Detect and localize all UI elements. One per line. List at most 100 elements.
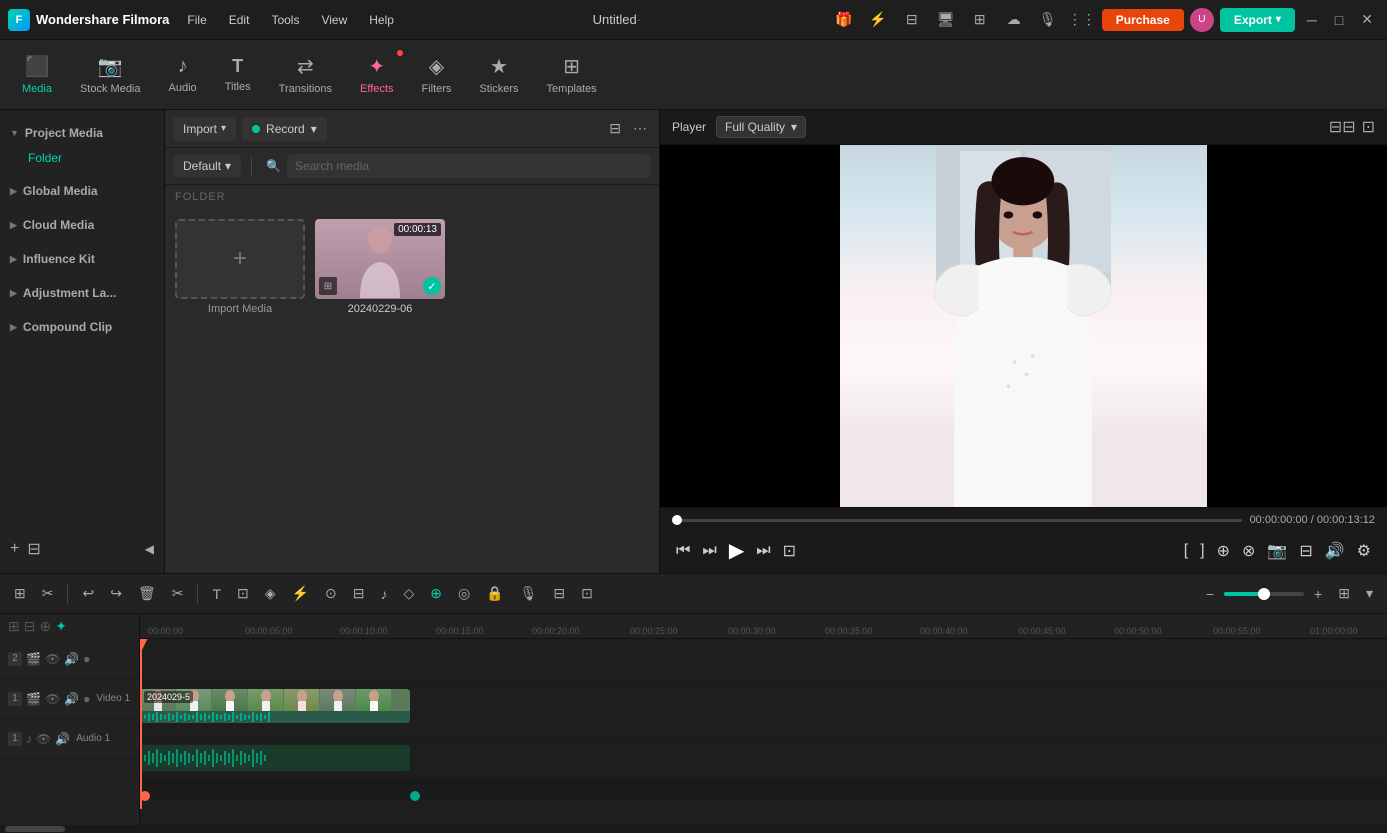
timeline-slider[interactable] xyxy=(672,519,1242,522)
filter-icon[interactable]: ⊟ xyxy=(605,116,625,141)
panel-collapse-button[interactable]: ◀ xyxy=(145,542,154,556)
video-clip-1[interactable]: 2024029-5 xyxy=(140,689,410,723)
bolt-icon[interactable]: ⚡ xyxy=(864,6,892,34)
track-video1-eye[interactable]: 👁 xyxy=(45,692,60,706)
add-track-icon[interactable]: ⊞ xyxy=(8,581,32,606)
menu-tools[interactable]: Tools xyxy=(261,9,309,31)
cloud-media-header[interactable]: ▶ Cloud Media xyxy=(0,212,164,238)
mic-icon[interactable]: 🎙 xyxy=(1034,6,1062,34)
picture-tool[interactable]: ⊡ xyxy=(575,581,599,606)
timeline-thumb[interactable] xyxy=(672,515,682,525)
add-folder-icon[interactable]: + xyxy=(10,540,19,558)
apps-icon[interactable]: ⋮⋮ xyxy=(1068,6,1096,34)
purchase-button[interactable]: Purchase xyxy=(1102,9,1184,31)
cut-button[interactable]: ✂ xyxy=(166,581,190,606)
mask-tool[interactable]: ◈ xyxy=(259,581,282,606)
project-media-header[interactable]: ▼ Project Media xyxy=(0,120,164,146)
playhead[interactable] xyxy=(140,639,142,809)
layout-icon[interactable]: ⊟ xyxy=(898,6,926,34)
record-button[interactable]: Record ▾ xyxy=(242,117,327,141)
stabilize-tool[interactable]: ⊟ xyxy=(347,581,371,606)
menu-file[interactable]: File xyxy=(177,9,216,31)
zoom-thumb[interactable] xyxy=(1258,588,1270,600)
delete-button[interactable]: 🗑 xyxy=(132,581,162,606)
audio-tool[interactable]: ♪ xyxy=(374,582,393,606)
mark-out-icon[interactable]: ] xyxy=(1196,538,1208,564)
play-button[interactable]: ▶ xyxy=(725,534,748,567)
overwrite-icon[interactable]: ⊗ xyxy=(1238,537,1259,565)
settings-icon[interactable]: ⚙ xyxy=(1353,537,1375,565)
menu-view[interactable]: View xyxy=(311,9,357,31)
ai-track-icon[interactable]: ✦ xyxy=(55,618,67,635)
quality-select[interactable]: Full Quality ▾ xyxy=(716,116,806,138)
track-video2-visible[interactable]: ● xyxy=(83,652,90,666)
mark-in-icon[interactable]: [ xyxy=(1180,538,1192,564)
default-view-button[interactable]: Default ▾ xyxy=(173,155,241,177)
tool-stock-media[interactable]: 📷 Stock Media xyxy=(68,48,153,101)
magnet-tool[interactable]: ⊕ xyxy=(424,581,448,606)
tool-media[interactable]: ⬛ Media xyxy=(10,48,64,101)
search-input[interactable] xyxy=(287,154,651,178)
compound-clip-track-icon[interactable]: ⊕ xyxy=(39,618,51,635)
folder-item[interactable]: Folder xyxy=(0,146,164,170)
adjustment-header[interactable]: ▶ Adjustment La... xyxy=(0,280,164,306)
tool-filters[interactable]: ◈ Filters xyxy=(409,48,463,101)
track-audio1-eye[interactable]: 👁 xyxy=(36,732,51,746)
redo-button[interactable]: ↪ xyxy=(104,581,128,606)
track-video1-audio[interactable]: 🔊 xyxy=(64,692,79,706)
media-thumb-item[interactable]: 00:00:13 ⊞ ✓ 20240229-06 xyxy=(315,219,445,315)
maximize-button[interactable]: □ xyxy=(1329,12,1349,28)
menu-help[interactable]: Help xyxy=(359,9,404,31)
frame-back-button[interactable]: ⏭ xyxy=(698,538,720,564)
import-media-item[interactable]: + Import Media xyxy=(175,219,305,315)
zoom-slider[interactable] xyxy=(1224,592,1304,596)
minimize-button[interactable]: ─ xyxy=(1301,12,1323,28)
tool-effects[interactable]: ✦ Effects xyxy=(348,48,405,101)
tool-transitions[interactable]: ⇄ Transitions xyxy=(267,48,344,101)
track-video2-lock[interactable]: 🎬 xyxy=(26,652,41,666)
add-audio-track-icon[interactable]: ⊟ xyxy=(24,618,36,635)
monitor-icon[interactable]: 🖥 xyxy=(932,6,960,34)
tool-titles[interactable]: T Titles xyxy=(213,50,263,99)
delete-folder-icon[interactable]: ⊟ xyxy=(27,539,40,559)
dual-view-icon[interactable]: ⊟⊟ xyxy=(1329,117,1356,137)
compound-clip-header[interactable]: ▶ Compound Clip xyxy=(0,314,164,340)
audio-clip-bar[interactable] xyxy=(140,745,410,771)
snapshot-icon[interactable]: ⊟ xyxy=(1295,537,1316,565)
track-video1-visible[interactable]: ● xyxy=(83,692,90,706)
crop-tool[interactable]: ⊡ xyxy=(231,581,255,606)
screenshot-icon[interactable]: 📷 xyxy=(1263,537,1291,565)
menu-edit[interactable]: Edit xyxy=(219,9,260,31)
keyframe-tool[interactable]: ◇ xyxy=(397,581,420,606)
tool-stickers[interactable]: ★ Stickers xyxy=(467,48,530,101)
gift-icon[interactable]: 🎁 xyxy=(830,6,858,34)
mic-timeline-icon[interactable]: 🎙 xyxy=(514,581,544,606)
timeline-settings-button[interactable]: ▾ xyxy=(1360,581,1379,606)
fullscreen-player-button[interactable]: ⊡ xyxy=(779,537,800,565)
insert-icon[interactable]: ⊕ xyxy=(1213,537,1234,565)
grid-icon[interactable]: ⊞ xyxy=(966,6,994,34)
lock-tool[interactable]: 🔒 xyxy=(480,581,509,606)
text-tool[interactable]: T xyxy=(206,582,227,606)
scrollbar-thumb[interactable] xyxy=(5,826,65,832)
track-video2-eye[interactable]: 👁 xyxy=(45,652,60,666)
frame-forward-button[interactable]: ⏭ xyxy=(752,538,774,564)
zoom-out-button[interactable]: − xyxy=(1200,582,1220,606)
cloud-icon[interactable]: ☁ xyxy=(1000,6,1028,34)
import-box[interactable]: + xyxy=(175,219,305,299)
track-audio1-volume[interactable]: 🔊 xyxy=(55,732,70,746)
grid-view-button[interactable]: ⊞ xyxy=(1332,581,1356,606)
subtitle-tool[interactable]: ⊟ xyxy=(547,581,571,606)
speed-tool[interactable]: ⚡ xyxy=(286,581,315,606)
scissors-tool[interactable]: ✂ xyxy=(36,581,60,606)
track-video1-lock[interactable]: 🎬 xyxy=(26,692,41,706)
volume-icon[interactable]: 🔊 xyxy=(1321,537,1349,565)
more-options-icon[interactable]: ⋯ xyxy=(629,116,651,141)
eye-tool[interactable]: ◎ xyxy=(452,581,476,606)
avatar[interactable]: U xyxy=(1190,8,1214,32)
undo-button[interactable]: ↩ xyxy=(76,581,100,606)
global-media-header[interactable]: ▶ Global Media xyxy=(0,178,164,204)
track-audio1-icon[interactable]: ♪ xyxy=(26,732,32,746)
add-video-track-icon[interactable]: ⊞ xyxy=(8,618,20,635)
import-button[interactable]: Import ▾ xyxy=(173,117,236,141)
